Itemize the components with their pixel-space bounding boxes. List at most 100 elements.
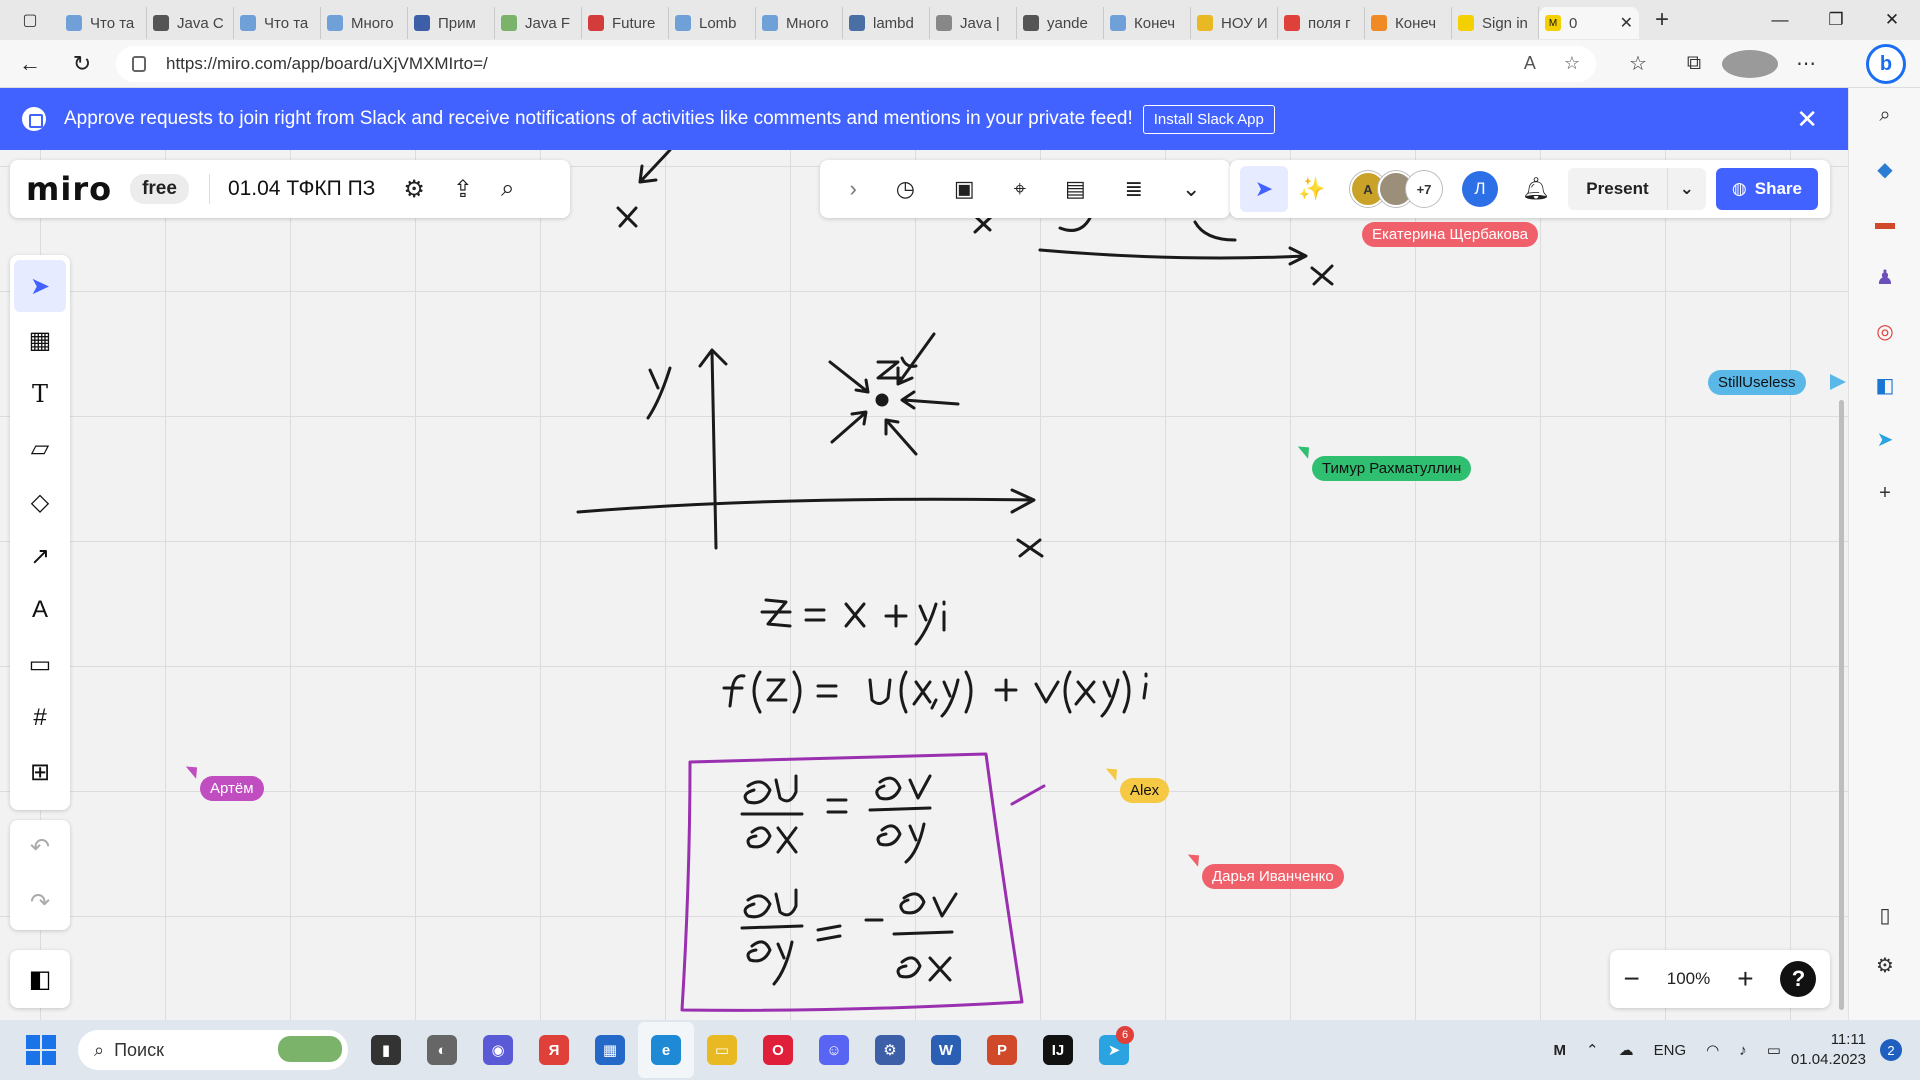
notes-icon[interactable]: ≣ (1125, 176, 1143, 202)
sidebar-send-icon[interactable]: ➤ (1849, 412, 1920, 466)
frame-tool-icon[interactable]: # (14, 692, 66, 744)
clock[interactable]: 11:11 01.04.2023 (1791, 1030, 1866, 1070)
browser-tab[interactable]: Future (582, 7, 669, 39)
more-apps-icon[interactable]: ⊞ (14, 746, 66, 798)
canvas-scrollbar[interactable] (1839, 400, 1844, 1010)
browser-tab[interactable]: Java F (495, 7, 582, 39)
more-chevron-icon[interactable]: ⌄ (1182, 176, 1200, 202)
zoom-out-icon[interactable]: − (1623, 963, 1639, 995)
sidebar-games-icon[interactable]: ♟ (1849, 250, 1920, 304)
collections-icon[interactable]: ⧉ (1666, 52, 1722, 75)
install-slack-button[interactable]: Install Slack App (1142, 104, 1275, 134)
sidebar-settings-icon[interactable]: ⚙ (1849, 938, 1920, 992)
board-panel-toggle[interactable]: ◧ (10, 950, 70, 1008)
text-tool-icon[interactable]: T (14, 368, 66, 420)
minimize-icon[interactable]: — (1752, 0, 1808, 40)
tab-active[interactable]: M 0 ✕ (1539, 7, 1639, 39)
battery-icon[interactable]: ▭ (1767, 1041, 1781, 1059)
taskbar-app-icon[interactable]: P (974, 1022, 1030, 1078)
taskbar-app-icon[interactable]: IJ (1030, 1022, 1086, 1078)
browser-tab[interactable]: Java | (930, 7, 1017, 39)
help-button[interactable]: ? (1780, 961, 1817, 997)
taskbar-app-icon[interactable]: ➤ 6 (1086, 1022, 1142, 1078)
refresh-icon[interactable]: ↻ (60, 44, 104, 84)
taskbar-search[interactable]: ⌕ Поиск (78, 1030, 348, 1070)
start-icon[interactable] (26, 1035, 56, 1065)
browser-tab[interactable]: Java C (147, 7, 234, 39)
taskbar-app-icon[interactable]: Я (526, 1022, 582, 1078)
browser-tab[interactable]: поля г (1278, 7, 1365, 39)
sidebar-add-icon[interactable]: + (1849, 466, 1920, 520)
browser-tab[interactable]: lambd (843, 7, 930, 39)
present-dropdown-icon[interactable]: ⌄ (1666, 168, 1706, 210)
add-favorite-icon[interactable]: ☆ (1564, 53, 1580, 74)
sidebar-search-icon[interactable]: ⌕ (1849, 88, 1920, 142)
reactions-icon[interactable]: ✨ (1288, 166, 1336, 212)
taskbar-app-icon[interactable]: ⚙ (862, 1022, 918, 1078)
favorites-icon[interactable]: ☆ (1610, 51, 1666, 76)
notification-badge[interactable]: 2 (1880, 1039, 1902, 1061)
more-menu-icon[interactable]: ⋯ (1778, 51, 1834, 76)
comment-tool-icon[interactable]: ▭ (14, 638, 66, 690)
browser-tab[interactable]: Что та (60, 7, 147, 39)
wifi-icon[interactable]: ◠ (1706, 1041, 1719, 1059)
new-tab-button[interactable]: + (1639, 6, 1685, 34)
browser-tab[interactable]: Много (756, 7, 843, 39)
taskbar-app-icon[interactable]: ◉ (470, 1022, 526, 1078)
language-indicator[interactable]: ENG (1654, 1042, 1687, 1059)
browser-tab[interactable]: Много (321, 7, 408, 39)
my-avatar[interactable]: Л (1462, 171, 1498, 207)
undo-icon[interactable]: ↶ (30, 833, 50, 862)
browser-tab[interactable]: Прим (408, 7, 495, 39)
tab-close-icon[interactable]: ✕ (1620, 13, 1633, 33)
pen-tool-icon[interactable]: A (14, 584, 66, 636)
cursor-toggle-icon[interactable]: ➤ (1240, 166, 1288, 212)
calendar-icon[interactable]: ▤ (1065, 176, 1086, 202)
search-icon[interactable]: ⌕ (501, 175, 514, 203)
select-tool-icon[interactable]: ➤ (14, 260, 66, 312)
taskbar-app-icon[interactable]: ☺ (806, 1022, 862, 1078)
bing-icon[interactable]: b (1866, 44, 1906, 84)
taskbar-app-icon[interactable]: ▦ (582, 1022, 638, 1078)
browser-tab[interactable]: Что та (234, 7, 321, 39)
present-button[interactable]: Present ⌄ (1568, 168, 1706, 210)
browser-tab[interactable]: НОУ И (1191, 7, 1278, 39)
volume-icon[interactable]: ♪ (1739, 1042, 1747, 1059)
collaborator-avatars[interactable]: A +7 (1350, 171, 1442, 207)
templates-tool-icon[interactable]: ▦ (14, 314, 66, 366)
share-button[interactable]: ◍ Share (1715, 168, 1818, 210)
miro-logo[interactable]: miro (26, 170, 112, 208)
sidebar-office-icon[interactable]: ◎ (1849, 304, 1920, 358)
window-close-icon[interactable]: ✕ (1864, 0, 1920, 40)
notifications-bell-icon[interactable]: 🔔︎ (1512, 166, 1560, 212)
zoom-level[interactable]: 100% (1667, 969, 1710, 989)
browser-tab[interactable]: Конеч (1104, 7, 1191, 39)
browser-tab[interactable]: yande (1017, 7, 1104, 39)
expand-chevron-icon[interactable]: › (849, 176, 856, 202)
browser-tab[interactable]: Sign in (1452, 7, 1539, 39)
more-users-badge[interactable]: +7 (1406, 171, 1442, 207)
board-settings-icon[interactable]: ⚙ (403, 175, 425, 204)
taskbar-app-icon[interactable]: ▮ (358, 1022, 414, 1078)
app-tray-icon[interactable]: M (1554, 1042, 1567, 1059)
plan-badge[interactable]: free (130, 174, 189, 204)
tab-actions-icon[interactable]: ▢ (0, 0, 60, 40)
banner-close-icon[interactable]: ✕ (1796, 104, 1818, 135)
sticky-note-tool-icon[interactable]: ▱ (14, 422, 66, 474)
back-icon[interactable]: ← (8, 44, 52, 84)
taskbar-app-icon[interactable]: ▭ (694, 1022, 750, 1078)
taskbar-app-icon[interactable]: e (638, 1022, 694, 1078)
board-canvas[interactable]: Екатерина Щербакова StillUseless Тимур Р… (0, 150, 1848, 1020)
board-title[interactable]: 01.04 ТФКП ПЗ (208, 174, 375, 204)
restore-icon[interactable]: ❐ (1808, 0, 1864, 40)
shapes-tool-icon[interactable]: ◇ (14, 476, 66, 528)
sidebar-outlook-icon[interactable]: ◧ (1849, 358, 1920, 412)
show-hidden-icons[interactable]: ⌃ (1586, 1041, 1599, 1059)
sidebar-tools-icon[interactable]: ▬ (1849, 196, 1920, 250)
connection-line-tool-icon[interactable]: ↗ (14, 530, 66, 582)
focus-icon[interactable]: ⌖ (1014, 176, 1026, 202)
profile-button[interactable] (1722, 49, 1778, 78)
cloud-icon[interactable]: ☁ (1619, 1041, 1634, 1059)
sidebar-shopping-icon[interactable]: ◆ (1849, 142, 1920, 196)
sidebar-split-icon[interactable]: ▯ (1849, 888, 1920, 942)
